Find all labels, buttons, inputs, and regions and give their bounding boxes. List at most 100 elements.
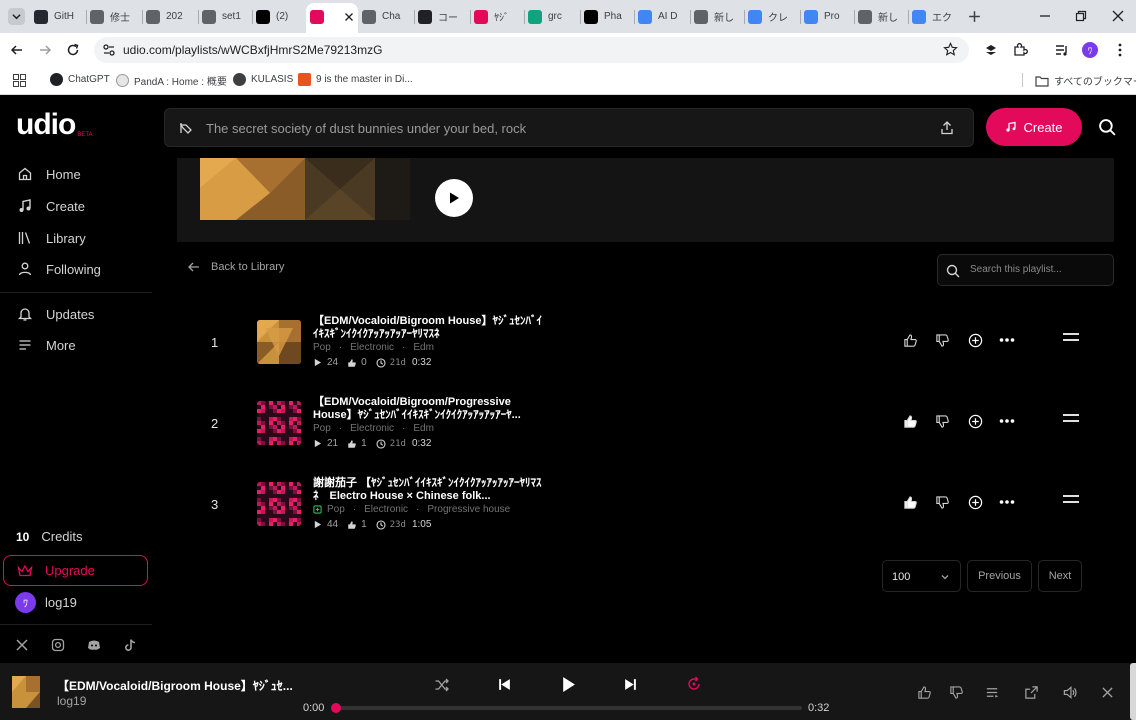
new-tab-button[interactable] — [966, 8, 983, 25]
minimize-button[interactable] — [1037, 8, 1053, 24]
nav-home[interactable]: Home — [17, 166, 81, 182]
add-circle-icon[interactable] — [968, 333, 983, 348]
genre-tag[interactable]: Progressive house — [427, 504, 510, 515]
thumbs-up-icon[interactable] — [903, 495, 918, 510]
profile-avatar[interactable]: ﾜ — [1082, 42, 1098, 58]
genre-tag[interactable]: Edm — [413, 342, 434, 353]
tiktok-icon[interactable] — [123, 638, 137, 652]
browser-tab[interactable]: 新し — [858, 5, 906, 28]
reload-button[interactable] — [65, 42, 81, 58]
open-external-icon[interactable] — [1024, 685, 1039, 700]
track-row[interactable]: 1 【EDM/Vocaloid/Bigroom House】ﾔｼﾞｭｾﾝﾊﾞｲｲｷ… — [177, 301, 1114, 373]
browser-tab[interactable]: AI D — [638, 5, 686, 28]
track-title[interactable]: 【EDM/Vocaloid/Bigroom/Progressive House】… — [313, 396, 545, 421]
nav-updates[interactable]: Updates — [17, 306, 94, 322]
browser-tab[interactable]: set1 — [202, 5, 250, 28]
instagram-icon[interactable] — [51, 638, 65, 652]
now-playing-artist[interactable]: log19 — [57, 694, 86, 708]
track-artwork[interactable] — [257, 482, 301, 526]
browser-tab[interactable]: Pha — [584, 5, 632, 28]
back-to-library-link[interactable]: Back to Library — [187, 260, 284, 274]
media-control-button[interactable] — [1054, 42, 1070, 58]
bookmark-kulasis[interactable]: KULASIS — [233, 73, 293, 86]
nav-create[interactable]: Create — [17, 198, 85, 214]
playlist-search-field[interactable]: Search this playlist... — [937, 254, 1114, 286]
track-row[interactable]: 2 【EDM/Vocaloid/Bigroom/Progressive House… — [177, 382, 1114, 454]
upgrade-button[interactable]: Upgrade — [3, 555, 148, 586]
repeat-icon[interactable] — [686, 676, 702, 692]
per-page-select[interactable]: 100 — [882, 560, 961, 592]
browser-tab[interactable]: クレ — [748, 5, 796, 28]
drag-handle-icon[interactable] — [1062, 494, 1080, 504]
genre-tag[interactable]: Electronic — [364, 504, 408, 515]
thumbs-up-icon[interactable] — [903, 414, 918, 429]
thumbs-down-icon[interactable] — [949, 685, 964, 700]
queue-icon[interactable] — [985, 685, 1000, 700]
credits[interactable]: 10 Credits — [16, 529, 83, 544]
browser-tab[interactable]: ﾔｼﾞ — [474, 5, 522, 28]
close-player-icon[interactable] — [1101, 686, 1114, 699]
browser-menu-button[interactable] — [1112, 42, 1128, 58]
udio-logo[interactable]: udio BETA — [16, 110, 93, 140]
previous-page-button[interactable]: Previous — [967, 560, 1032, 592]
back-button[interactable] — [9, 42, 25, 58]
playlist-search-input[interactable]: Search this playlist... — [970, 264, 1062, 275]
play-icon[interactable] — [561, 676, 576, 693]
browser-tab[interactable]: 202 — [146, 5, 194, 28]
browser-tab[interactable]: Cha — [362, 5, 410, 28]
volume-icon[interactable] — [1062, 685, 1078, 700]
browser-tab[interactable]: Pro — [804, 5, 852, 28]
more-options-icon[interactable] — [999, 499, 1015, 505]
thumbs-down-icon[interactable] — [935, 414, 950, 429]
track-title[interactable]: 謝謝茄子 【ﾔｼﾞｭｾﾝﾊﾞｲｲｷｽｷﾞﾝｲｸｲｸｱｯｱｯｱｯｱｰﾔﾘﾏｽﾈ E… — [313, 477, 545, 502]
progress-thumb[interactable] — [331, 703, 341, 713]
browser-tab[interactable]: 修士 — [90, 5, 138, 28]
share-icon[interactable] — [939, 120, 955, 136]
user-profile[interactable]: ﾜ log19 — [15, 592, 77, 613]
previous-track-icon[interactable] — [497, 677, 512, 692]
nav-more[interactable]: More — [17, 337, 76, 353]
all-bookmarks-folder[interactable]: すべてのブックマーク — [1035, 73, 1136, 88]
track-title[interactable]: 【EDM/Vocaloid/Bigroom House】ﾔｼﾞｭｾﾝﾊﾞｲｲｷｽ… — [313, 315, 545, 340]
thumbs-up-icon[interactable] — [917, 685, 932, 700]
browser-tab[interactable]: GitH — [34, 5, 82, 28]
search-bar[interactable]: The secret society of dust bunnies under… — [164, 108, 974, 147]
track-artwork[interactable] — [257, 320, 301, 364]
add-circle-icon[interactable] — [968, 414, 983, 429]
track-row[interactable]: 3 謝謝茄子 【ﾔｼﾞｭｾﾝﾊﾞｲｲｷｽｷﾞﾝｲｸｲｸｱｯｱｯｱｯｱｰﾔﾘﾏｽﾈ … — [177, 463, 1114, 535]
thumbs-down-icon[interactable] — [935, 495, 950, 510]
shuffle-icon[interactable] — [434, 677, 450, 693]
next-page-button[interactable]: Next — [1038, 560, 1082, 592]
bookmark-panda[interactable]: PandA : Home : 概要 — [116, 73, 227, 88]
genre-tag[interactable]: Electronic — [350, 423, 394, 434]
tab-search-button[interactable] — [8, 8, 25, 25]
next-track-icon[interactable] — [623, 677, 638, 692]
nav-library[interactable]: Library — [17, 230, 86, 246]
browser-tab[interactable]: コー — [418, 5, 466, 28]
drag-handle-icon[interactable] — [1062, 413, 1080, 423]
forward-button[interactable] — [37, 42, 53, 58]
browser-tab[interactable]: (2) — [256, 5, 304, 28]
now-playing-title[interactable]: 【EDM/Vocaloid/Bigroom House】ﾔｼﾞｭｾ... — [57, 677, 293, 694]
address-bar[interactable]: udio.com/playlists/wWCBxfjHmrS2Me79213mz… — [94, 37, 969, 63]
more-options-icon[interactable] — [999, 337, 1015, 343]
more-options-icon[interactable] — [999, 418, 1015, 424]
browser-tab[interactable] — [310, 5, 354, 28]
genre-tag[interactable]: Electronic — [350, 342, 394, 353]
genre-tag[interactable]: Pop — [327, 504, 345, 515]
genre-tag[interactable]: Edm — [413, 423, 434, 434]
genre-tag[interactable]: Pop — [313, 423, 331, 434]
thumbs-down-icon[interactable] — [935, 333, 950, 348]
browser-tab[interactable]: エク — [912, 5, 960, 28]
play-playlist-button[interactable] — [435, 179, 473, 217]
x-icon[interactable] — [15, 638, 29, 652]
progress-track[interactable] — [331, 703, 802, 713]
genre-tag[interactable]: Pop — [313, 342, 331, 353]
browser-tab[interactable]: 新し — [694, 5, 742, 28]
bookmark-chatgpt[interactable]: ChatGPT — [50, 73, 110, 86]
add-circle-icon[interactable] — [968, 495, 983, 510]
discord-icon[interactable] — [87, 638, 101, 652]
track-artwork[interactable] — [257, 401, 301, 445]
extensions-menu-button[interactable] — [1012, 42, 1028, 58]
thumbs-up-icon[interactable] — [903, 333, 918, 348]
